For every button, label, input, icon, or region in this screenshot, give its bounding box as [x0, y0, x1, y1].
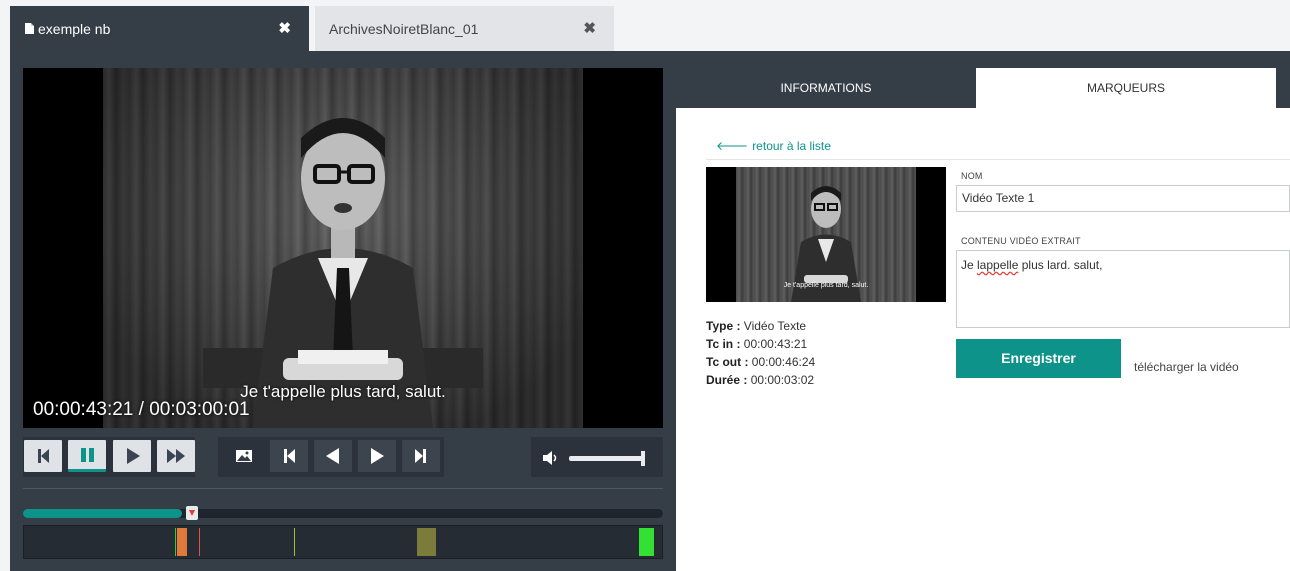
- marker-metadata: Type : Vidéo Texte Tc in : 00:00:43:21 T…: [706, 317, 815, 389]
- timeline-progress: [23, 509, 182, 518]
- next-marker-icon: [415, 449, 426, 463]
- timeline-playhead[interactable]: [185, 506, 198, 520]
- step-forward-icon: [371, 448, 384, 464]
- meta-label: Durée :: [706, 373, 748, 387]
- thumbnail-subtitle: Je t'appelle plus tard, salut.: [783, 282, 869, 289]
- tab-label: exemple nb: [38, 21, 111, 37]
- meta-tc-out: Tc out : 00:00:46:24: [706, 353, 815, 371]
- step-back-button[interactable]: [314, 440, 352, 472]
- meta-value: 00:00:46:24: [751, 355, 816, 369]
- snapshot-button[interactable]: [225, 440, 263, 472]
- nom-field[interactable]: Vidéo Texte 1: [956, 185, 1290, 212]
- play-icon: [127, 448, 140, 464]
- meta-label: Tc out :: [706, 355, 749, 369]
- skip-start-button[interactable]: [24, 440, 62, 472]
- close-icon[interactable]: ✖: [583, 19, 596, 37]
- contenu-label: CONTENU VIDÉO EXTRAIT: [961, 236, 1081, 246]
- video-frame: [103, 68, 583, 428]
- meta-label: Type :: [706, 319, 741, 333]
- skip-start-icon: [38, 449, 49, 463]
- divider: [23, 488, 663, 489]
- meta-value: Vidéo Texte: [743, 319, 807, 333]
- timeline-marker[interactable]: [176, 528, 187, 556]
- speaker-icon[interactable]: [541, 448, 561, 468]
- timecode-display: 00:00:43:21 / 00:03:00:01: [33, 399, 250, 420]
- meta-duree: Durée : 00:00:03:02: [706, 371, 815, 389]
- divider: [706, 159, 1290, 160]
- timeline-marker[interactable]: [417, 528, 437, 556]
- tab-label: ArchivesNoiretBlanc_01: [329, 21, 479, 37]
- marker-thumbnail: Je t'appelle plus tard, salut.: [706, 167, 946, 302]
- step-back-icon: [326, 448, 339, 464]
- timeline-marker[interactable]: [199, 528, 201, 556]
- download-video-link[interactable]: télécharger la vidéo: [1134, 360, 1239, 374]
- arrow-left-icon: 🡐: [716, 139, 749, 153]
- marker-detail-panel: 🡐 retour à la liste Je t'appelle plus tar…: [676, 108, 1290, 571]
- marker-track[interactable]: [23, 525, 663, 559]
- contenu-textarea[interactable]: Je lappelle plus lard. salut,: [956, 250, 1290, 328]
- meta-label: Tc in :: [706, 337, 741, 351]
- back-link-label: retour à la liste: [752, 139, 831, 153]
- timeline-marker[interactable]: [293, 528, 295, 556]
- video-scene-illustration: [203, 118, 483, 428]
- fast-forward-button[interactable]: [157, 440, 195, 472]
- contenu-text-end: plus lard. salut,: [1018, 258, 1103, 272]
- previous-marker-button[interactable]: [270, 440, 308, 472]
- tab-archives[interactable]: ArchivesNoiretBlanc_01 ✖: [315, 6, 614, 51]
- tab-exemple-nb[interactable]: exemple nb ✖: [10, 6, 309, 51]
- contenu-text-start: Je: [961, 258, 978, 272]
- misspelled-word: lappelle: [977, 258, 1019, 272]
- pause-button[interactable]: [68, 440, 106, 472]
- pause-icon: [81, 448, 94, 462]
- previous-marker-icon: [284, 449, 295, 463]
- save-button[interactable]: Enregistrer: [956, 339, 1121, 378]
- fast-forward-icon: [167, 449, 185, 463]
- close-icon[interactable]: ✖: [278, 19, 291, 37]
- back-to-list-link[interactable]: 🡐 retour à la liste: [716, 138, 831, 153]
- meta-value: 00:00:43:21: [743, 337, 808, 351]
- player-panel: Je t'appelle plus tard, salut. 00:00:43:…: [10, 51, 676, 571]
- workspace: Je t'appelle plus tard, salut. 00:00:43:…: [10, 51, 1290, 571]
- tab-informations[interactable]: INFORMATIONS: [676, 68, 976, 108]
- play-button[interactable]: [113, 440, 151, 472]
- volume-slider-thumb[interactable]: [641, 451, 645, 466]
- nom-label: NOM: [961, 171, 983, 181]
- meta-value: 00:00:03:02: [750, 373, 815, 387]
- meta-tc-in: Tc in : 00:00:43:21: [706, 335, 815, 353]
- step-forward-button[interactable]: [358, 440, 396, 472]
- playback-controls: [23, 437, 195, 477]
- frame-controls: [218, 437, 444, 477]
- volume-control: [531, 437, 663, 477]
- next-marker-button[interactable]: [402, 440, 440, 472]
- video-viewport[interactable]: Je t'appelle plus tard, salut. 00:00:43:…: [23, 68, 663, 428]
- timeline-track[interactable]: [23, 509, 663, 518]
- document-icon: [25, 23, 34, 34]
- volume-slider[interactable]: [569, 451, 645, 466]
- tab-marqueurs[interactable]: MARQUEURS: [976, 68, 1276, 108]
- meta-type: Type : Vidéo Texte: [706, 317, 815, 335]
- timeline-marker[interactable]: [639, 528, 655, 556]
- image-icon: [236, 450, 252, 462]
